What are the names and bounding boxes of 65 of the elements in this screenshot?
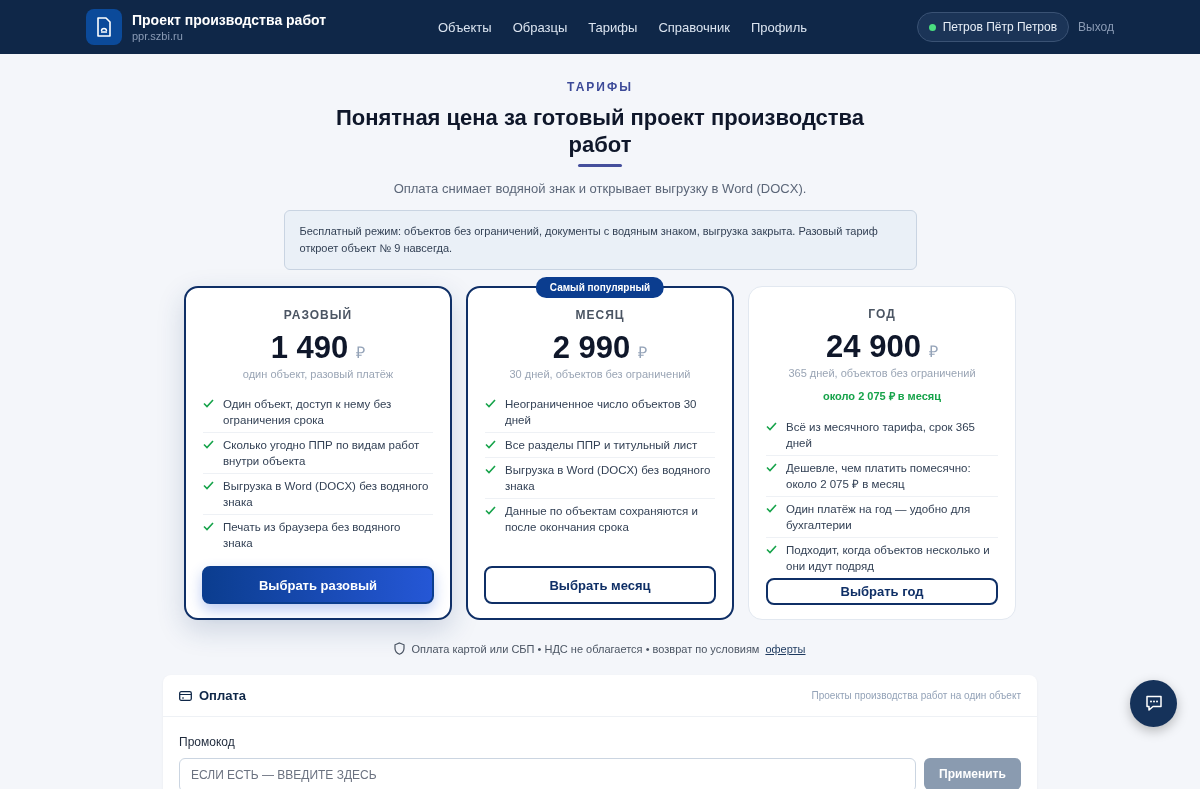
promo-label: Промокод xyxy=(179,735,236,749)
currency-sign: ₽ xyxy=(638,343,648,363)
feature-text: Всё из месячного тарифа, срок 365 дней xyxy=(786,420,976,451)
plan-period: 30 дней, объектов без ограничений xyxy=(509,368,691,380)
feature-text: Печать из браузера без водяного знака xyxy=(223,520,402,551)
select-plan-button[interactable]: Выбрать год xyxy=(766,578,998,605)
brand-subtitle: ppr.szbi.ru xyxy=(132,30,184,42)
currency-sign: ₽ xyxy=(928,342,938,362)
check-icon xyxy=(203,522,214,531)
check-icon xyxy=(485,440,496,449)
plan-price: 1 490 xyxy=(270,330,349,366)
check-icon xyxy=(203,399,214,408)
plan-price: 24 900 xyxy=(826,329,921,365)
brand-title: Проект производства работ xyxy=(132,12,327,28)
select-plan-button[interactable]: Выбрать месяц xyxy=(484,566,716,604)
user-chip[interactable]: Петров Пётр Петров xyxy=(916,12,1070,42)
panel-caption: Проекты производства работ на один объект xyxy=(811,690,1021,701)
feature-text: Все разделы ППР и титульный лист xyxy=(505,438,698,453)
chat-icon[interactable] xyxy=(1130,680,1177,727)
offer-link[interactable]: оферты xyxy=(765,642,806,655)
plan-name: РАЗОВЫЙ xyxy=(283,308,353,322)
nav-link[interactable]: Тарифы xyxy=(588,19,638,35)
page-subtitle: Оплата снимает водяной знак и открывает выгрузку в Word (DOCX). xyxy=(393,181,807,196)
check-icon xyxy=(203,440,214,449)
plan-period: 365 дней, объектов без ограничений xyxy=(788,367,976,379)
feature-text: Данные по объектам сохраняются и после окончания срока xyxy=(505,504,699,535)
check-icon xyxy=(485,465,496,474)
check-icon xyxy=(485,506,496,515)
logout-link[interactable]: Выход xyxy=(1078,20,1114,34)
feature-text: Один объект, доступ к нему без ограничения срока xyxy=(223,397,393,428)
card-icon xyxy=(179,690,192,701)
feature-text: Дешевле, чем платить помесячно: около 2 075 ₽ в месяц xyxy=(786,461,972,492)
check-icon xyxy=(203,481,214,490)
plan-name: МЕСЯЦ xyxy=(575,308,625,322)
check-icon xyxy=(766,504,777,513)
check-icon xyxy=(766,545,777,554)
feature-text: Подходит, когда объектов несколько и они идут подряд xyxy=(786,543,991,574)
shield-icon xyxy=(394,642,406,655)
plan-period: один объект, разовый платёж xyxy=(242,368,394,380)
user-name: Петров Пётр Петров xyxy=(942,20,1058,34)
plan-price: 2 990 xyxy=(552,330,631,366)
feature-text: Неограниченное число объектов 30 дней xyxy=(505,397,698,428)
feature-text: Один платёж на год — удобно для бухгалтерии xyxy=(786,502,972,533)
panel-title: Оплата xyxy=(199,688,247,703)
currency-sign: ₽ xyxy=(356,343,366,363)
popular-badge: Самый популярный xyxy=(535,277,665,298)
check-icon xyxy=(766,422,777,431)
payment-note: Оплата картой или СБП • НДС не облагается • возврат по условиям xyxy=(411,642,760,655)
page-title: Понятная цена за готовый проект производства работ xyxy=(334,104,866,158)
check-icon xyxy=(766,463,777,472)
monthly-equivalent: около 2 075 ₽ в месяц xyxy=(823,389,941,403)
check-icon xyxy=(485,399,496,408)
feature-text: Выгрузка в Word (DOCX) без водяного знака xyxy=(223,479,430,510)
promo-input[interactable]: ЕСЛИ ЕСТЬ — ВВЕДИТЕ ЗДЕСЬ xyxy=(179,758,916,789)
info-notice: Бесплатный режим: объектов без ограничений, документы с водяным знаком, выгрузка закрыта. Разовый тариф откроет объект № 9 навсегда. xyxy=(283,210,917,270)
section-eyebrow: ТАРИФЫ xyxy=(567,80,633,94)
select-plan-button[interactable]: Выбрать разовый xyxy=(202,566,434,604)
document-logo-icon xyxy=(86,9,122,45)
plan-name: ГОД xyxy=(868,307,896,321)
feature-text: Выгрузка в Word (DOCX) без водяного знака xyxy=(505,463,712,494)
feature-text: Сколько угодно ППР по видам работ внутри объекта xyxy=(223,438,421,469)
nav-link[interactable]: Профиль xyxy=(750,19,807,35)
nav-link[interactable]: Образцы xyxy=(512,19,568,35)
nav-link[interactable]: Справочник xyxy=(658,19,730,35)
nav-link[interactable]: Объекты xyxy=(438,19,492,35)
